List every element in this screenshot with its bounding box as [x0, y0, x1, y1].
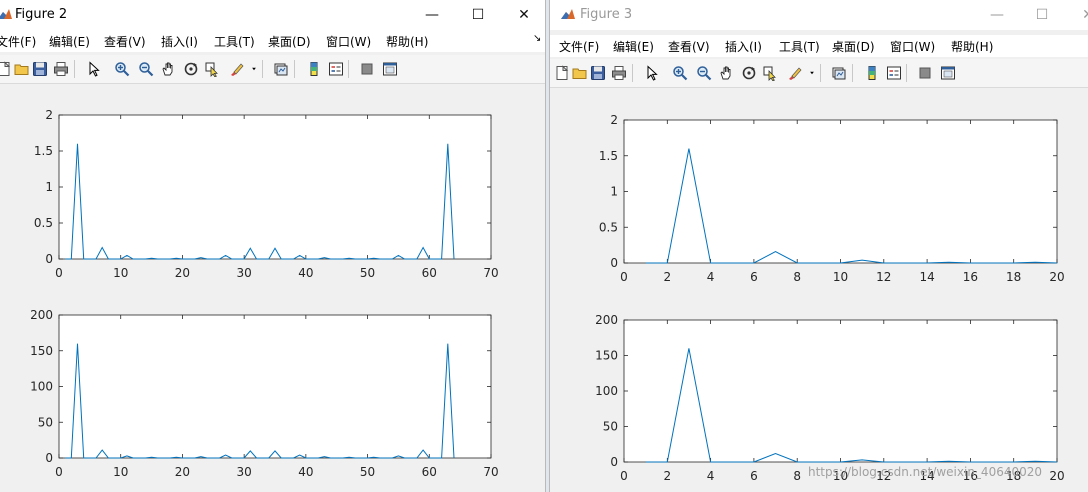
plot-area[interactable] [623, 319, 1058, 463]
plot-area[interactable] [58, 114, 492, 260]
y-tick-label: 0.5 [34, 216, 53, 230]
x-tick-label: 10 [113, 266, 128, 280]
x-tick-label: 10 [113, 465, 128, 479]
x-tick-label: 6 [750, 469, 758, 483]
y-tick-label: 0 [45, 451, 53, 465]
y-tick-label: 100 [595, 384, 618, 398]
axes-bottom: 0 10 20 30 40 50 60 70 0 50 100 150 200 [30, 308, 499, 479]
x-tick-label: 20 [1049, 469, 1064, 483]
x-tick-label: 40 [298, 266, 313, 280]
x-tick-label: 4 [707, 270, 715, 284]
y-tick-label: 0 [610, 256, 618, 270]
y-tick-label: 200 [30, 308, 53, 322]
x-tick-label: 20 [175, 465, 190, 479]
y-tick-label: 0.5 [599, 220, 618, 234]
axes-top: 0 10 20 30 40 50 60 70 0 0.5 1 1.5 2 [34, 108, 499, 280]
y-tick-label: 0 [610, 455, 618, 469]
y-tick-label: 150 [595, 349, 618, 363]
figure-2-window: Figure 2 — ☐ ✕ 文件(F) 编辑(E) 查看(V) 插入(I) 工… [0, 0, 546, 492]
y-tick-label: 0 [45, 252, 53, 266]
x-tick-label: 60 [422, 465, 437, 479]
x-tick-label: 6 [750, 270, 758, 284]
x-tick-label: 8 [793, 469, 801, 483]
x-tick-label: 40 [298, 465, 313, 479]
y-tick-label: 50 [603, 420, 618, 434]
y-tick-label: 100 [30, 380, 53, 394]
x-tick-label: 60 [422, 266, 437, 280]
x-tick-label: 16 [963, 270, 978, 284]
axes-bottom: 0 2 4 6 8 10 12 14 16 18 20050100150200 [595, 313, 1065, 483]
plot-area[interactable] [58, 314, 492, 459]
y-tick-label: 50 [38, 415, 53, 429]
x-tick-label: 2 [663, 270, 671, 284]
x-tick-label: 8 [793, 270, 801, 284]
y-tick-label: 150 [30, 344, 53, 358]
x-tick-label: 0 [55, 465, 63, 479]
y-tick-label: 2 [610, 113, 618, 127]
figure-2-axes-area: 0 10 20 30 40 50 60 70 0 0.5 1 1.5 2 0 10 20 30 40 50 60 70… [30, 108, 499, 479]
figure-3-window: Figure 3 — ☐ ✕ 文件(F) 编辑(E) 查看(V) 插入(I) 工… [549, 0, 1088, 492]
y-tick-label: 1.5 [34, 144, 53, 158]
watermark-text: https://blog.csdn.net/weixin_40640020 [808, 465, 1043, 479]
y-tick-label: 1 [610, 185, 618, 199]
x-tick-label: 30 [237, 465, 252, 479]
plot-area[interactable] [623, 119, 1058, 264]
x-tick-label: 70 [483, 266, 498, 280]
x-tick-label: 0 [620, 270, 628, 284]
x-tick-label: 70 [483, 465, 498, 479]
x-tick-label: 10 [833, 270, 848, 284]
x-tick-label: 12 [876, 270, 891, 284]
y-tick-label: 1.5 [599, 149, 618, 163]
x-tick-label: 2 [663, 469, 671, 483]
x-tick-label: 20 [1049, 270, 1064, 284]
x-tick-label: 30 [237, 266, 252, 280]
y-tick-label: 1 [45, 180, 53, 194]
x-tick-label: 18 [1006, 270, 1021, 284]
x-tick-label: 50 [360, 266, 375, 280]
x-tick-label: 0 [55, 266, 63, 280]
axes-top: 0 2 4 6 8 10 12 14 16 18 20 0 0.5 1 1.5 2 [599, 113, 1065, 284]
x-tick-label: 4 [707, 469, 715, 483]
x-tick-label: 0 [620, 469, 628, 483]
x-tick-label: 50 [360, 465, 375, 479]
figure-3-axes-area: 0 2 4 6 8 10 12 14 16 18 2000.511.52 0 2 4 6 8 10 12 14 16… [595, 113, 1065, 483]
x-tick-label: 20 [175, 266, 190, 280]
y-tick-label: 200 [595, 313, 618, 327]
y-tick-label: 2 [45, 108, 53, 122]
x-tick-label: 14 [919, 270, 934, 284]
